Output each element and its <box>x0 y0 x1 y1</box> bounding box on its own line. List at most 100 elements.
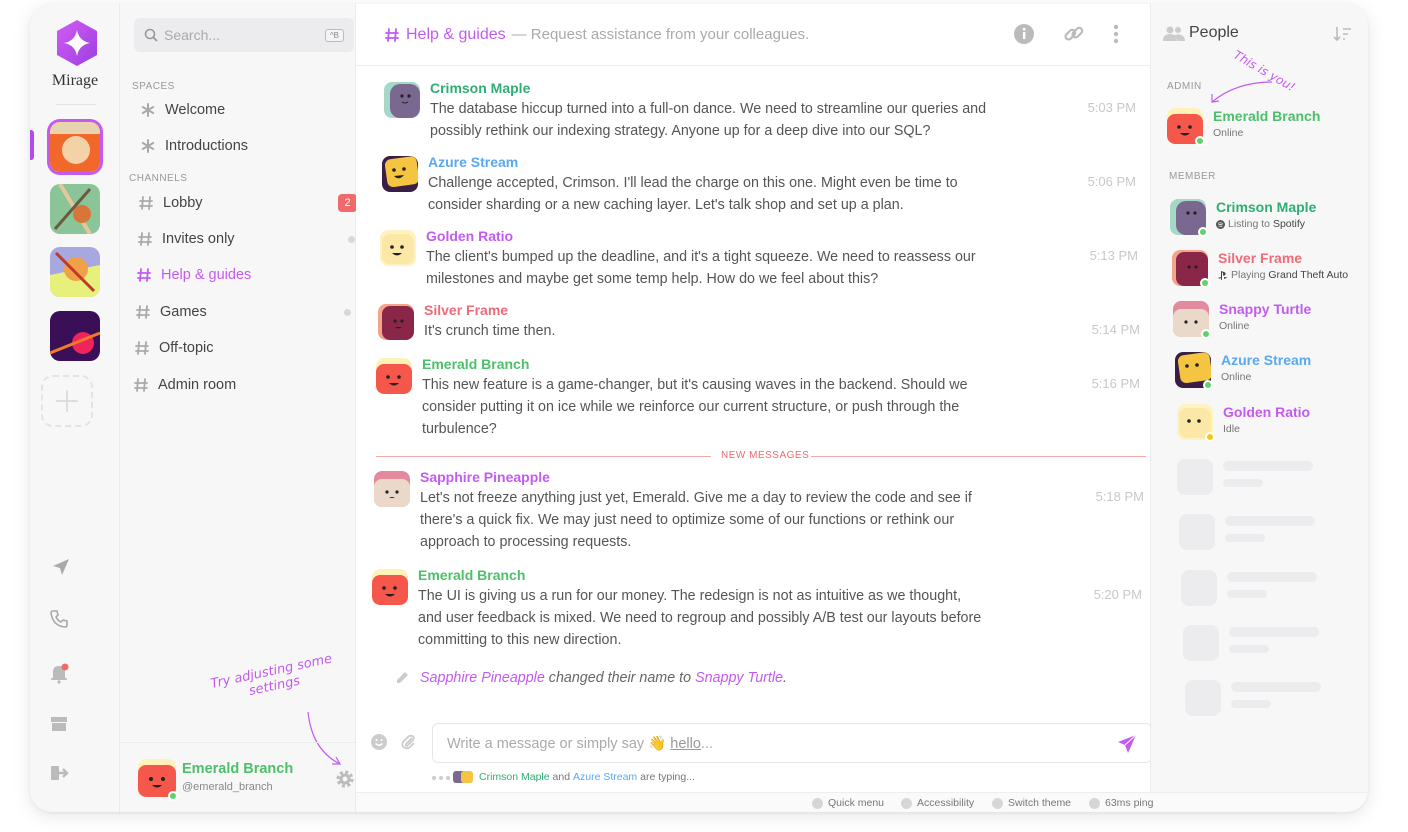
current-user-name: Emerald Branch <box>182 761 294 777</box>
member-status: Playing Grand Theft Auto <box>1218 269 1348 281</box>
member-item[interactable]: Crimson Maple Listing to Spotify <box>1170 199 1368 237</box>
avatar[interactable] <box>372 569 408 605</box>
channel-off-topic[interactable]: Off-topic <box>134 335 349 361</box>
member-status: Online <box>1221 371 1252 383</box>
avatar[interactable] <box>376 358 412 394</box>
channel-sidebar: ^B SPACES Welcome Introductions CHANNELS… <box>120 4 357 812</box>
add-server-button[interactable] <box>41 375 93 427</box>
channel-admin-room[interactable]: Admin room <box>133 372 348 398</box>
theme-icon <box>992 797 1003 809</box>
search-input[interactable] <box>164 27 314 43</box>
member-item[interactable]: Snappy Turtle Online <box>1173 301 1368 339</box>
member-placeholder <box>1183 625 1368 661</box>
server-icon-2[interactable] <box>50 184 100 234</box>
message-time: 5:16 PM <box>1091 376 1140 391</box>
member-name: Golden Ratio <box>1223 404 1311 420</box>
member-item[interactable]: Azure Stream Online <box>1175 352 1368 390</box>
hash-icon <box>136 305 150 319</box>
asterisk-icon <box>141 139 155 153</box>
message-text: The database hiccup turned into a full-o… <box>430 101 987 139</box>
emoji-icon[interactable] <box>370 733 390 753</box>
admin-label: ADMIN <box>1167 81 1202 92</box>
server-icon-1[interactable] <box>50 122 100 172</box>
message-author[interactable]: Golden Ratio <box>426 228 513 244</box>
message-text: The client's bumped up the deadline, and… <box>426 249 976 287</box>
settings-gear-icon[interactable] <box>334 768 356 790</box>
paperclip-icon[interactable] <box>400 733 420 753</box>
search-box[interactable]: ^B <box>134 18 354 52</box>
notifications-bell-icon[interactable] <box>44 658 74 688</box>
quick-menu-button[interactable]: Quick menu <box>812 797 884 809</box>
phone-icon[interactable] <box>44 604 74 634</box>
message-author[interactable]: Emerald Branch <box>418 567 525 583</box>
message-author[interactable]: Sapphire Pineapple <box>420 469 550 485</box>
unread-dot <box>344 308 351 316</box>
link-icon[interactable] <box>1062 22 1086 46</box>
avatar[interactable] <box>374 471 410 507</box>
unread-badge: 2 <box>338 194 357 212</box>
member-status: Online <box>1219 320 1250 332</box>
hello-shortcut[interactable]: hello <box>670 736 701 752</box>
people-title: People <box>1189 24 1239 41</box>
avatar[interactable] <box>378 304 414 340</box>
typing-avatars <box>453 771 473 783</box>
old-name[interactable]: Sapphire Pineapple <box>420 670 545 686</box>
server-icon-3[interactable] <box>50 247 100 297</box>
typing-user[interactable]: Azure Stream <box>573 771 637 783</box>
switch-theme-button[interactable]: Switch theme <box>992 797 1071 809</box>
server-icon-4[interactable] <box>50 311 100 361</box>
member-name: Snappy Turtle <box>1219 301 1312 317</box>
mirage-logo-icon[interactable] <box>52 18 102 68</box>
spotify-icon <box>1216 219 1225 229</box>
message-author[interactable]: Silver Frame <box>424 302 508 318</box>
member-item[interactable]: Silver Frame Playing Grand Theft Auto <box>1172 250 1368 288</box>
composer-placeholder[interactable]: Write a message or simply say 👋 hello... <box>447 735 713 752</box>
info-icon[interactable] <box>1012 22 1036 46</box>
message-time: 5:20 PM <box>1093 587 1142 602</box>
navigate-icon[interactable] <box>46 552 76 582</box>
message-time: 5:18 PM <box>1095 489 1144 504</box>
system-text: changed their name to <box>548 670 692 686</box>
accessibility-button[interactable]: Accessibility <box>901 797 974 809</box>
channel-lobby[interactable]: Lobby 2 <box>138 190 357 216</box>
message-author[interactable]: Crimson Maple <box>430 80 530 96</box>
channel-games[interactable]: Games <box>135 299 351 325</box>
new-name[interactable]: Snappy Turtle <box>695 670 783 686</box>
search-icon <box>144 28 158 42</box>
archive-box-icon[interactable] <box>44 708 74 738</box>
status-prefix: Listing to <box>1228 218 1271 230</box>
message-author[interactable]: Azure Stream <box>428 154 518 170</box>
message-time: 5:14 PM <box>1091 322 1140 337</box>
member-item[interactable]: Emerald Branch Online <box>1167 108 1367 146</box>
more-vertical-icon[interactable] <box>1104 22 1128 46</box>
avatar[interactable] <box>384 82 420 118</box>
sort-icon[interactable] <box>1333 25 1353 43</box>
logout-icon[interactable] <box>44 758 74 788</box>
member-placeholder <box>1179 514 1368 550</box>
avatar[interactable] <box>382 156 418 192</box>
search-shortcut: ^B <box>324 28 344 42</box>
member-name: Silver Frame <box>1218 250 1303 266</box>
composer-placeholder-text: Write a message or simply say <box>447 735 649 752</box>
avatar[interactable] <box>380 230 416 266</box>
member-placeholder <box>1181 570 1368 606</box>
space-welcome[interactable]: Welcome <box>140 97 355 123</box>
channel-label: Admin room <box>158 377 237 393</box>
message-composer[interactable]: Write a message or simply say 👋 hello... <box>432 723 1152 763</box>
accessibility-icon <box>901 797 912 809</box>
message-time: 5:06 PM <box>1087 174 1136 189</box>
typing-user[interactable]: Crimson Maple <box>479 771 550 783</box>
hash-icon <box>134 378 148 392</box>
channel-help-guides[interactable]: Help & guides <box>136 262 351 288</box>
playstation-icon <box>1218 270 1228 280</box>
message-author[interactable]: Emerald Branch <box>422 356 529 372</box>
hash-icon <box>385 27 399 42</box>
channel-invites-only[interactable]: Invites only <box>137 226 355 252</box>
member-name: Azure Stream <box>1221 352 1312 368</box>
status-target: Grand Theft Auto <box>1268 269 1349 281</box>
status-target: Spotify <box>1272 218 1306 230</box>
send-icon[interactable] <box>1117 734 1137 754</box>
member-item[interactable]: Golden Ratio Idle <box>1177 404 1368 442</box>
message-time: 5:03 PM <box>1087 100 1136 115</box>
space-introductions[interactable]: Introductions <box>140 133 355 159</box>
